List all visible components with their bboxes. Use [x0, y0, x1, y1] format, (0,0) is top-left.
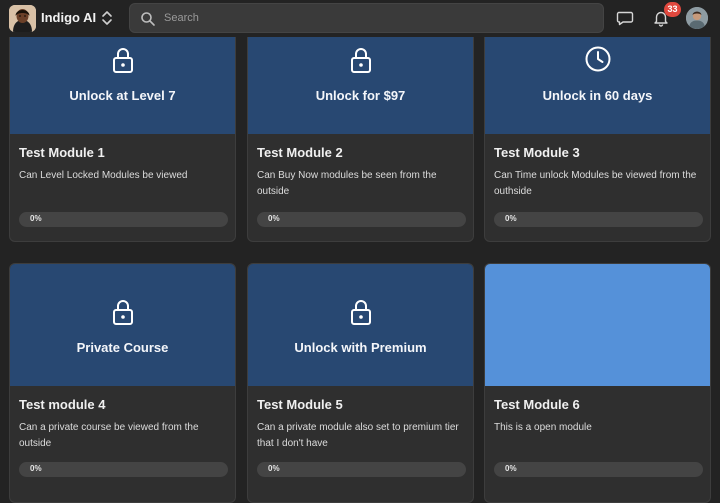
module-description: Can Level Locked Modules be viewed	[19, 170, 188, 181]
progress-label: 0%	[505, 464, 517, 473]
module-card[interactable]: Unlock at Level 7 Test Module 1 Can Leve…	[9, 11, 236, 242]
chat-icon[interactable]	[616, 9, 634, 27]
search-input[interactable]	[164, 9, 584, 27]
unlock-condition-label: Unlock for $97	[315, 88, 406, 103]
module-title[interactable]: Test Module 1	[19, 145, 105, 160]
progress-label: 0%	[30, 214, 42, 223]
progress-bar: 0%	[257, 212, 466, 227]
progress-label: 0%	[268, 214, 280, 223]
module-card[interactable]: Unlock in 60 days Test Module 3 Can Time…	[484, 11, 711, 242]
progress-bar: 0%	[494, 212, 703, 227]
progress-bar: 0%	[19, 462, 228, 477]
lock-icon	[10, 46, 235, 76]
progress-label: 0%	[268, 464, 280, 473]
progress-bar: 0%	[19, 212, 228, 227]
top-bar: Indigo AI 33	[0, 0, 720, 37]
brand-logo[interactable]	[9, 5, 36, 32]
lock-icon	[248, 298, 473, 328]
search-icon	[140, 11, 156, 27]
lock-icon	[248, 46, 473, 76]
module-description: Can Buy Now modules be seen from the out…	[257, 170, 437, 197]
progress-label: 0%	[505, 214, 517, 223]
module-title[interactable]: Test Module 3	[494, 145, 580, 160]
unlock-condition-label: Unlock at Level 7	[69, 88, 176, 103]
progress-bar: 0%	[257, 462, 466, 477]
unlock-condition-label: Private Course	[76, 340, 169, 355]
module-thumbnail[interactable]: Unlock with Premium	[248, 264, 473, 386]
module-title[interactable]: Test Module 6	[494, 397, 580, 412]
search-bar[interactable]	[129, 3, 604, 33]
module-title[interactable]: Test module 4	[19, 397, 105, 412]
module-description: Can Time unlock Modules be viewed from t…	[494, 170, 697, 197]
module-description: This is a open module	[494, 422, 592, 433]
module-title[interactable]: Test Module 5	[257, 397, 343, 412]
notification-badge: 33	[664, 2, 681, 17]
module-card[interactable]: Private Course Test module 4 Can a priva…	[9, 263, 236, 503]
module-card[interactable]: Unlock for $97 Test Module 2 Can Buy Now…	[247, 11, 474, 242]
progress-bar: 0%	[494, 462, 703, 477]
unlock-condition-label: Unlock with Premium	[294, 340, 427, 355]
module-thumbnail[interactable]: Private Course	[10, 264, 235, 386]
brand-name: Indigo AI	[41, 10, 97, 25]
module-card[interactable]: Unlock with Premium Test Module 5 Can a …	[247, 263, 474, 503]
unlock-condition-label: Unlock in 60 days	[542, 88, 653, 103]
progress-label: 0%	[30, 464, 42, 473]
lock-icon	[10, 298, 235, 328]
chevron-up-down-icon[interactable]	[100, 9, 114, 27]
clock-icon	[485, 45, 710, 75]
module-thumbnail[interactable]	[485, 264, 710, 386]
module-description: Can a private module also set to premium…	[257, 422, 459, 449]
avatar[interactable]	[686, 7, 708, 29]
module-card[interactable]: Test Module 6 This is a open module 0%	[484, 263, 711, 503]
module-description: Can a private course be viewed from the …	[19, 422, 199, 449]
module-title[interactable]: Test Module 2	[257, 145, 343, 160]
